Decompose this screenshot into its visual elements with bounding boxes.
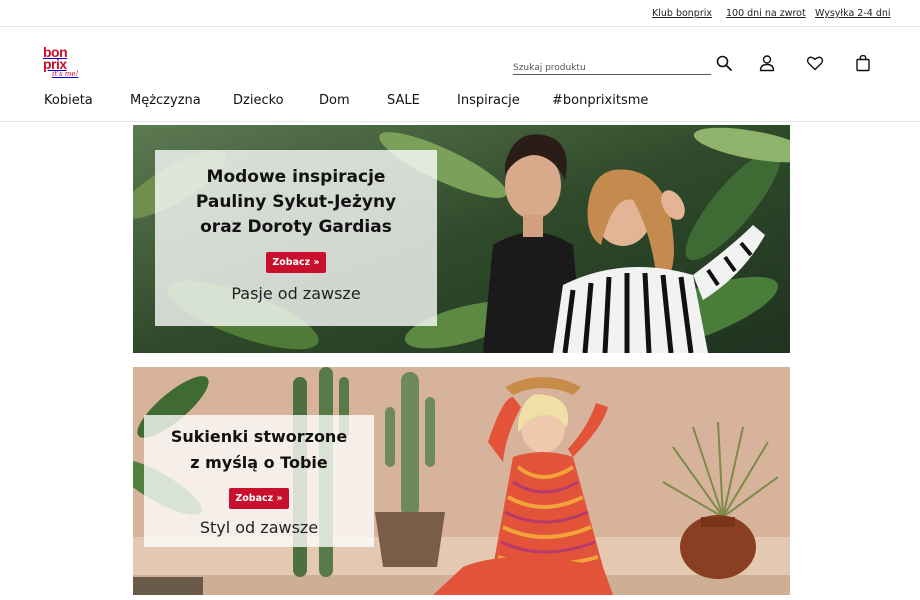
shipping-link[interactable]: Wysyłka 2-4 dni	[815, 8, 891, 19]
see-more-button[interactable]: Zobacz »	[229, 488, 289, 509]
see-more-button[interactable]: Zobacz »	[266, 252, 326, 273]
club-link[interactable]: Klub bonprix	[652, 8, 712, 19]
banner-title-line-1: Sukienki stworzone	[170, 427, 348, 446]
nav-item-bonprixitsme[interactable]: #bonprixitsme	[552, 93, 648, 108]
search-icon[interactable]	[715, 54, 733, 72]
logo-tagline: it's me!	[52, 70, 79, 78]
search-box	[513, 55, 711, 77]
banner-title-line-3: oraz Doroty Gardias	[200, 217, 392, 237]
search-input[interactable]	[513, 59, 711, 77]
nav-item-mezczyzna[interactable]: Mężczyzna	[130, 93, 201, 108]
banner-subtitle: Pasje od zawsze	[231, 284, 361, 303]
logo-line-2: prix	[43, 56, 67, 72]
brand-logo[interactable]: bon prix it's me!	[43, 45, 79, 82]
shopping-bag-icon[interactable]	[854, 54, 872, 72]
promo-banner-inspirations[interactable]: Modowe inspiracje Pauliny Sykut-Jeżyny o…	[133, 125, 790, 353]
top-utility-bar: Klub bonprix 100 dni na zwrot Wysyłka 2-…	[0, 0, 920, 27]
nav-item-inspiracje[interactable]: Inspiracje	[457, 93, 520, 108]
wishlist-heart-icon[interactable]	[806, 54, 824, 72]
nav-item-kobieta[interactable]: Kobieta	[44, 93, 93, 108]
main-navigation: Kobieta Mężczyzna Dziecko Dom SALE Inspi…	[0, 88, 920, 122]
banner-title-line-2: Pauliny Sykut-Jeżyny	[195, 192, 397, 212]
nav-item-dziecko[interactable]: Dziecko	[233, 93, 284, 108]
banner-text-panel: Modowe inspiracje Pauliny Sykut-Jeżyny o…	[155, 150, 437, 326]
account-icon[interactable]	[758, 54, 776, 72]
nav-item-sale[interactable]: SALE	[387, 93, 420, 108]
banner-title-line-2: z myślą o Tobie	[190, 453, 328, 472]
promo-banner-dresses[interactable]: Sukienki stworzone z myślą o Tobie Zobac…	[133, 367, 790, 595]
banner-text-panel: Sukienki stworzone z myślą o Tobie Zobac…	[144, 415, 374, 547]
banner-subtitle: Styl od zawsze	[199, 518, 319, 537]
nav-item-dom[interactable]: Dom	[319, 93, 350, 108]
returns-link[interactable]: 100 dni na zwrot	[726, 8, 806, 19]
banner-title-line-1: Modowe inspiracje	[206, 167, 386, 187]
